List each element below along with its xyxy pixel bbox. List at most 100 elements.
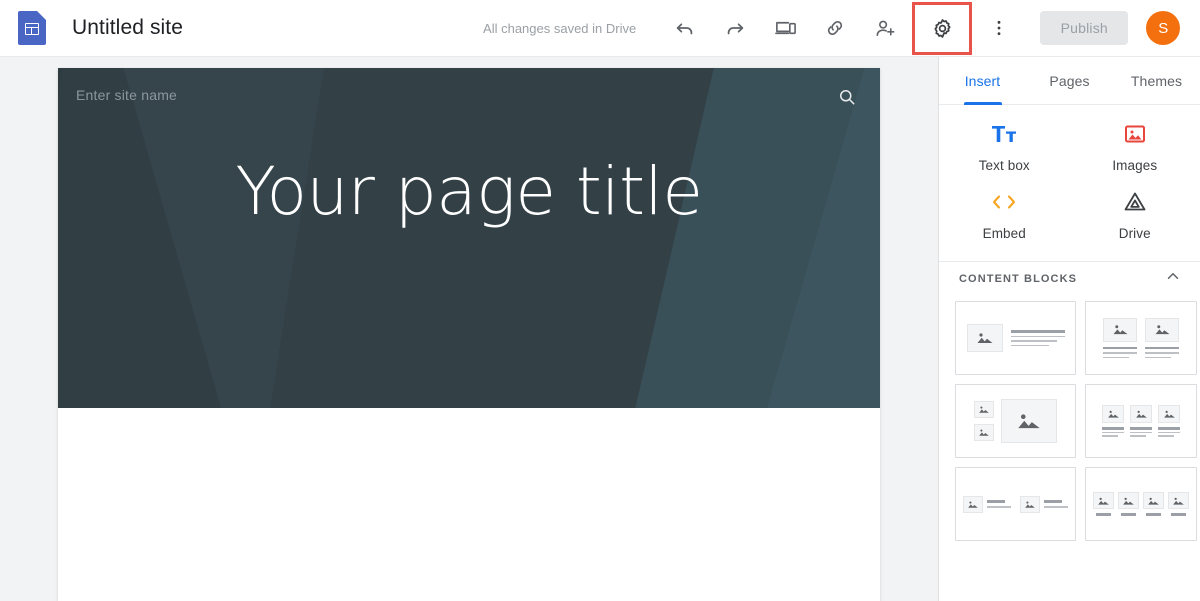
images-icon — [1123, 121, 1147, 147]
site-canvas[interactable]: Enter site name Your page title — [58, 68, 880, 601]
text-box-icon — [991, 121, 1017, 147]
person-add-icon — [874, 17, 897, 40]
block-column — [1102, 405, 1124, 437]
insert-embed[interactable]: Embed — [939, 189, 1070, 241]
line — [1145, 346, 1179, 350]
block-column — [974, 401, 994, 441]
image-placeholder-icon — [974, 424, 994, 441]
tab-insert[interactable]: Insert — [939, 57, 1026, 104]
text-lines — [1130, 427, 1152, 437]
chevron-up-icon[interactable] — [1164, 267, 1182, 290]
content-block-two-image-text-pairs[interactable] — [955, 467, 1076, 541]
insert-label: Embed — [982, 226, 1026, 241]
tab-pages[interactable]: Pages — [1026, 57, 1113, 104]
line — [1121, 513, 1136, 516]
block-column — [1145, 317, 1179, 359]
tab-themes[interactable]: Themes — [1113, 57, 1200, 104]
search-icon — [837, 87, 857, 112]
text-lines — [987, 500, 1011, 508]
block-column — [1103, 317, 1137, 359]
block-column — [1168, 492, 1189, 516]
line — [1145, 356, 1171, 359]
image-placeholder-icon — [966, 324, 1003, 352]
embed-icon — [990, 189, 1018, 215]
image-placeholder-icon — [1102, 405, 1124, 424]
line — [1102, 431, 1124, 434]
site-search-button[interactable] — [834, 86, 860, 112]
panel-tabs: Insert Pages Themes — [939, 57, 1200, 105]
block-column — [1093, 492, 1114, 516]
gear-icon — [931, 17, 954, 40]
insert-label: Text box — [978, 158, 1030, 173]
insert-label: Images — [1112, 158, 1158, 173]
line — [1010, 335, 1065, 338]
image-placeholder-icon — [1118, 492, 1139, 510]
image-placeholder-icon — [1168, 492, 1189, 510]
google-sites-logo[interactable] — [18, 11, 46, 45]
image-placeholder-icon — [1158, 405, 1180, 424]
line — [1010, 340, 1057, 342]
avatar[interactable]: S — [1146, 11, 1181, 45]
publish-button[interactable]: Publish — [1040, 11, 1129, 45]
preview-button[interactable] — [764, 7, 806, 49]
line — [1010, 344, 1049, 347]
insert-drive[interactable]: Drive — [1070, 189, 1200, 241]
content-block-two-small-images-one-large[interactable] — [955, 384, 1076, 458]
insert-label: Drive — [1118, 226, 1151, 241]
content-block-four-images-with-captions[interactable] — [1085, 467, 1197, 541]
image-placeholder-icon — [974, 401, 994, 418]
more-options-button[interactable] — [978, 7, 1020, 49]
block-column — [1143, 492, 1164, 516]
image-placeholder-icon — [963, 495, 983, 513]
devices-preview-icon — [774, 17, 797, 40]
line — [987, 506, 1011, 508]
undo-icon — [674, 17, 696, 39]
more-vertical-icon — [989, 18, 1009, 38]
text-lines — [1010, 329, 1065, 347]
redo-icon — [724, 17, 746, 39]
content-blocks-section-header[interactable]: CONTENT BLOCKS — [939, 261, 1200, 295]
link-icon — [824, 17, 846, 39]
image-placeholder-icon — [1020, 495, 1040, 513]
line — [1044, 500, 1062, 504]
line — [1146, 513, 1161, 516]
line — [1096, 513, 1111, 516]
content-blocks-grid — [955, 301, 1197, 541]
block-column — [1158, 405, 1180, 437]
line — [1103, 356, 1129, 359]
toolbar-icons — [664, 1, 1020, 55]
line — [1102, 427, 1124, 430]
content-block-two-images-with-text[interactable] — [1085, 301, 1197, 375]
site-name-input[interactable]: Enter site name — [76, 87, 177, 103]
text-lines — [1103, 346, 1137, 359]
page-body[interactable] — [58, 408, 880, 601]
add-editors-button[interactable] — [864, 7, 906, 49]
image-placeholder-icon — [1093, 492, 1114, 510]
text-lines — [1145, 346, 1179, 359]
copy-link-button[interactable] — [814, 7, 856, 49]
content-block-image-left-text-right[interactable] — [955, 301, 1076, 375]
content-block-three-images-with-text[interactable] — [1085, 384, 1197, 458]
line — [1103, 346, 1137, 350]
line — [1158, 431, 1180, 434]
block-column — [1118, 492, 1139, 516]
insert-images[interactable]: Images — [1070, 121, 1200, 173]
settings-button[interactable] — [912, 1, 973, 55]
site-title[interactable]: Untitled site — [72, 16, 183, 40]
text-lines — [1158, 427, 1180, 437]
line — [1130, 435, 1146, 437]
drive-icon — [1123, 189, 1147, 215]
page-title[interactable]: Your page title — [58, 159, 880, 225]
insert-text-box[interactable]: Text box — [939, 121, 1070, 173]
workspace: Enter site name Your page title — [0, 57, 938, 601]
line — [1130, 431, 1152, 434]
image-placeholder-icon — [1103, 317, 1137, 342]
top-bar: Untitled site All changes saved in Drive — [0, 0, 1200, 57]
image-placeholder-icon — [1143, 492, 1164, 510]
redo-button[interactable] — [714, 7, 756, 49]
image-placeholder-icon-large — [1001, 399, 1057, 443]
line — [1010, 329, 1065, 333]
line — [1158, 427, 1180, 430]
site-banner[interactable]: Enter site name Your page title — [58, 68, 880, 408]
undo-button[interactable] — [664, 7, 706, 49]
